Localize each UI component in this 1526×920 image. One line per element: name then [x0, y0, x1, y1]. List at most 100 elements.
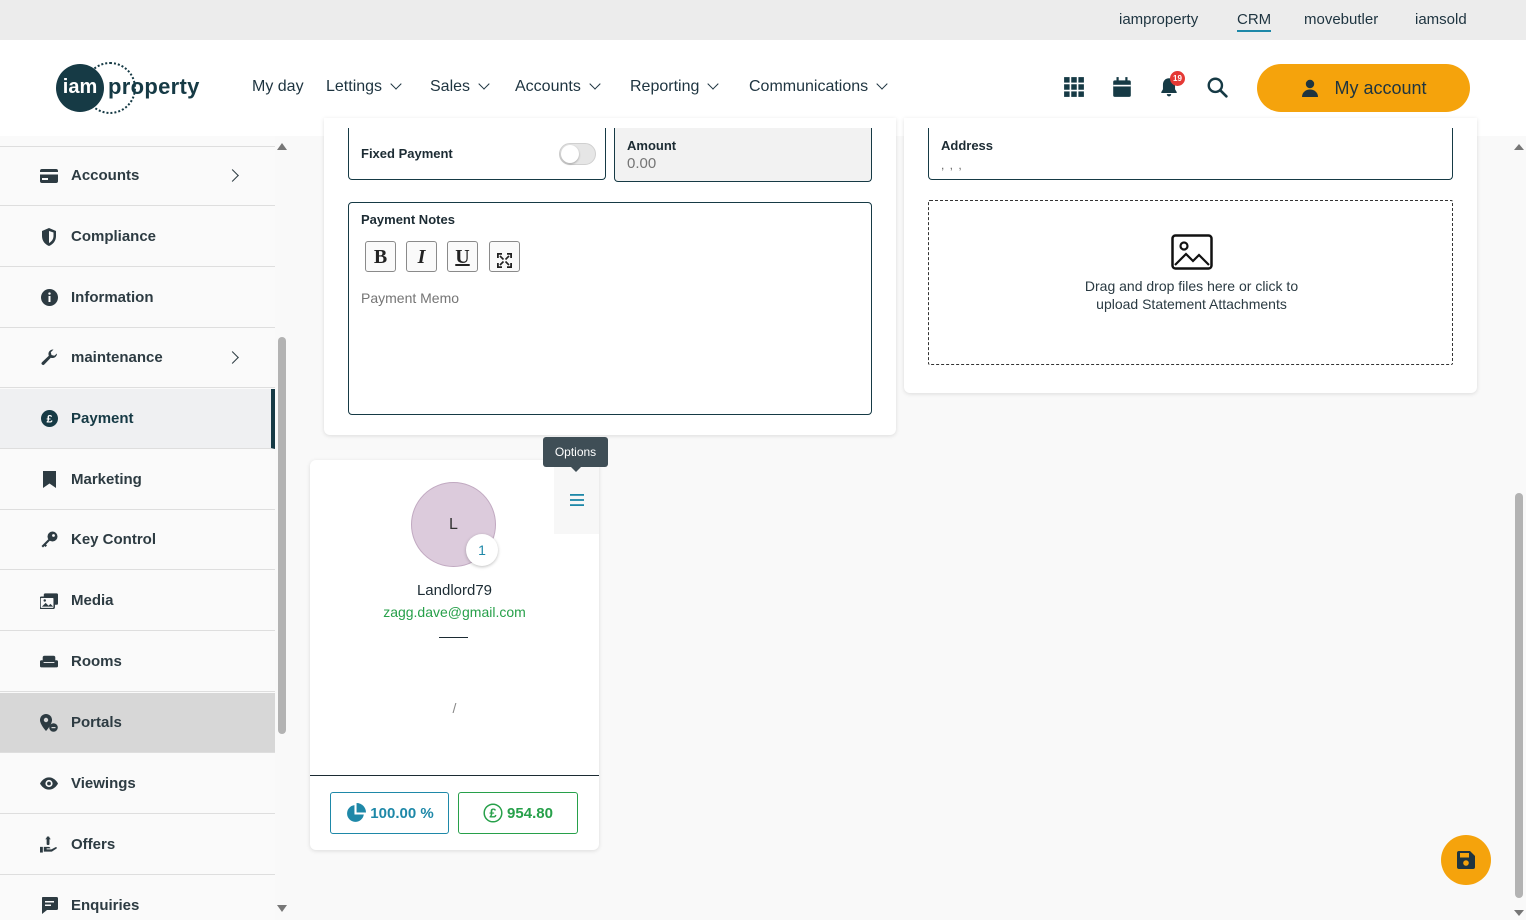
- fullscreen-button[interactable]: [489, 241, 520, 272]
- main-scroll-up-arrow[interactable]: [1514, 144, 1524, 150]
- calendar-icon[interactable]: [1111, 76, 1133, 98]
- nav-label: Reporting: [630, 78, 700, 95]
- landlord-email[interactable]: zagg.dave@gmail.com: [310, 604, 599, 620]
- nav-accounts[interactable]: Accounts: [515, 78, 601, 96]
- sidebar-item-label: Compliance: [71, 228, 157, 245]
- my-account-button[interactable]: My account: [1257, 64, 1470, 112]
- sidebar-item-marketing[interactable]: Marketing: [0, 450, 275, 510]
- top-link-iamsold[interactable]: iamsold: [1415, 11, 1467, 28]
- chevron-down-icon: [478, 78, 490, 90]
- sidebar-item-label: Portals: [71, 714, 122, 731]
- sidebar-item-payment[interactable]: £ Payment: [0, 389, 275, 449]
- nav-communications[interactable]: Communications: [749, 78, 888, 96]
- nav-sales[interactable]: Sales: [430, 78, 490, 96]
- info-icon: [40, 289, 58, 307]
- payment-memo-textarea[interactable]: [361, 290, 856, 400]
- nav-label: Accounts: [515, 78, 581, 95]
- sidebar-scrollbar-thumb[interactable]: [278, 337, 286, 734]
- sidebar-item-information[interactable]: Information: [0, 268, 275, 328]
- chevron-down-icon: [390, 78, 402, 90]
- nav-my-day[interactable]: My day: [252, 78, 304, 96]
- sidebar-item-label: Information: [71, 289, 154, 306]
- amount-pill[interactable]: £ 954.80: [458, 792, 578, 834]
- images-icon: [40, 592, 58, 610]
- fixed-payment-toggle[interactable]: [559, 143, 596, 165]
- chevron-down-icon: [876, 78, 888, 90]
- sidebar-item-media[interactable]: Media: [0, 571, 275, 631]
- sidebar-item-label: Media: [71, 592, 114, 609]
- pie-chart-icon: [347, 802, 367, 822]
- wrench-icon: [40, 349, 58, 367]
- options-tooltip: Options: [543, 437, 608, 472]
- nav-label: Sales: [430, 78, 471, 95]
- underline-button[interactable]: U: [447, 241, 478, 272]
- sidebar-item-accounts[interactable]: Accounts: [0, 146, 275, 206]
- map-pin-icon: [40, 713, 58, 732]
- notification-count-badge: 19: [1170, 71, 1185, 86]
- avatar-count-badge: 1: [466, 534, 498, 566]
- save-button[interactable]: [1441, 835, 1491, 885]
- amount-label: Amount: [627, 138, 677, 153]
- sidebar-item-label: Payment: [71, 410, 134, 427]
- landlord-name[interactable]: Landlord79: [310, 582, 599, 599]
- landlord-separator: /: [452, 700, 457, 716]
- sidebar-scroll-down-arrow[interactable]: [277, 905, 287, 912]
- sidebar: Accounts Compliance Information maintena…: [0, 136, 275, 920]
- amount-value: 954.80: [507, 804, 553, 822]
- chevron-down-icon: [707, 78, 720, 90]
- nav-reporting[interactable]: Reporting: [630, 78, 720, 96]
- pound-circle-icon: £: [483, 803, 503, 823]
- main-scroll-down-arrow[interactable]: [1514, 910, 1524, 916]
- share-percent-value: 100.00 %: [370, 804, 434, 822]
- sidebar-item-label: maintenance: [71, 349, 163, 366]
- expand-icon: [497, 253, 512, 268]
- sidebar-item-maintenance[interactable]: maintenance: [0, 328, 275, 388]
- bold-button[interactable]: B: [365, 241, 396, 272]
- options-button[interactable]: [554, 465, 599, 534]
- sidebar-item-rooms[interactable]: Rooms: [0, 632, 275, 692]
- card-footer-divider: [310, 775, 599, 776]
- amount-input[interactable]: [627, 155, 857, 172]
- statement-attachments-dropzone[interactable]: Drag and drop files here or click to upl…: [928, 200, 1453, 365]
- sidebar-item-portals[interactable]: Portals: [0, 693, 275, 753]
- apps-grid-icon[interactable]: [1063, 76, 1085, 98]
- amount-field[interactable]: Amount: [614, 128, 872, 182]
- sidebar-item-key-control[interactable]: Key Control: [0, 510, 275, 570]
- sidebar-item-label: Offers: [71, 836, 116, 853]
- top-link-movebutler[interactable]: movebutler: [1304, 11, 1378, 28]
- sidebar-scroll-up-arrow[interactable]: [277, 143, 287, 150]
- nav-label: Lettings: [326, 78, 383, 95]
- couch-icon: [40, 653, 58, 671]
- dropzone-text: Drag and drop files here or click to upl…: [929, 277, 1454, 313]
- main-scrollbar-thumb[interactable]: [1515, 493, 1523, 898]
- top-site-switcher: iamproperty CRM movebutler iamsold: [0, 0, 1526, 40]
- search-icon[interactable]: [1206, 76, 1228, 98]
- nav-label: Communications: [749, 78, 869, 95]
- address-label: Address: [941, 138, 994, 153]
- user-icon: [1302, 79, 1319, 97]
- name-underline-divider: [439, 637, 468, 638]
- bookmark-icon: [40, 471, 58, 489]
- sidebar-item-label: Accounts: [71, 167, 140, 184]
- sidebar-item-viewings[interactable]: Viewings: [0, 754, 275, 814]
- my-account-label: My account: [1334, 77, 1427, 98]
- credit-card-icon: [40, 167, 58, 185]
- svg-text:£: £: [489, 806, 497, 821]
- italic-button[interactable]: I: [406, 241, 437, 272]
- sidebar-item-offers[interactable]: Offers: [0, 815, 275, 875]
- sidebar-item-label: Enquiries: [71, 897, 140, 914]
- eye-icon: [40, 775, 58, 793]
- top-link-crm[interactable]: CRM: [1237, 11, 1272, 32]
- address-value: , , ,: [941, 158, 963, 172]
- top-link-iamproperty[interactable]: iamproperty: [1119, 11, 1198, 28]
- svg-text:£: £: [46, 414, 52, 426]
- chevron-down-icon: [589, 78, 601, 90]
- sidebar-item-compliance[interactable]: Compliance: [0, 207, 275, 267]
- dropzone-text-line1: Drag and drop files here or click to: [1084, 278, 1299, 294]
- sidebar-item-label: Rooms: [71, 653, 122, 670]
- sidebar-item-enquiries[interactable]: Enquiries: [0, 876, 275, 920]
- share-percent-pill[interactable]: 100.00 %: [330, 792, 449, 834]
- logo-mark: iam: [56, 64, 104, 112]
- nav-lettings[interactable]: Lettings: [326, 78, 402, 96]
- pound-icon: £: [40, 410, 58, 428]
